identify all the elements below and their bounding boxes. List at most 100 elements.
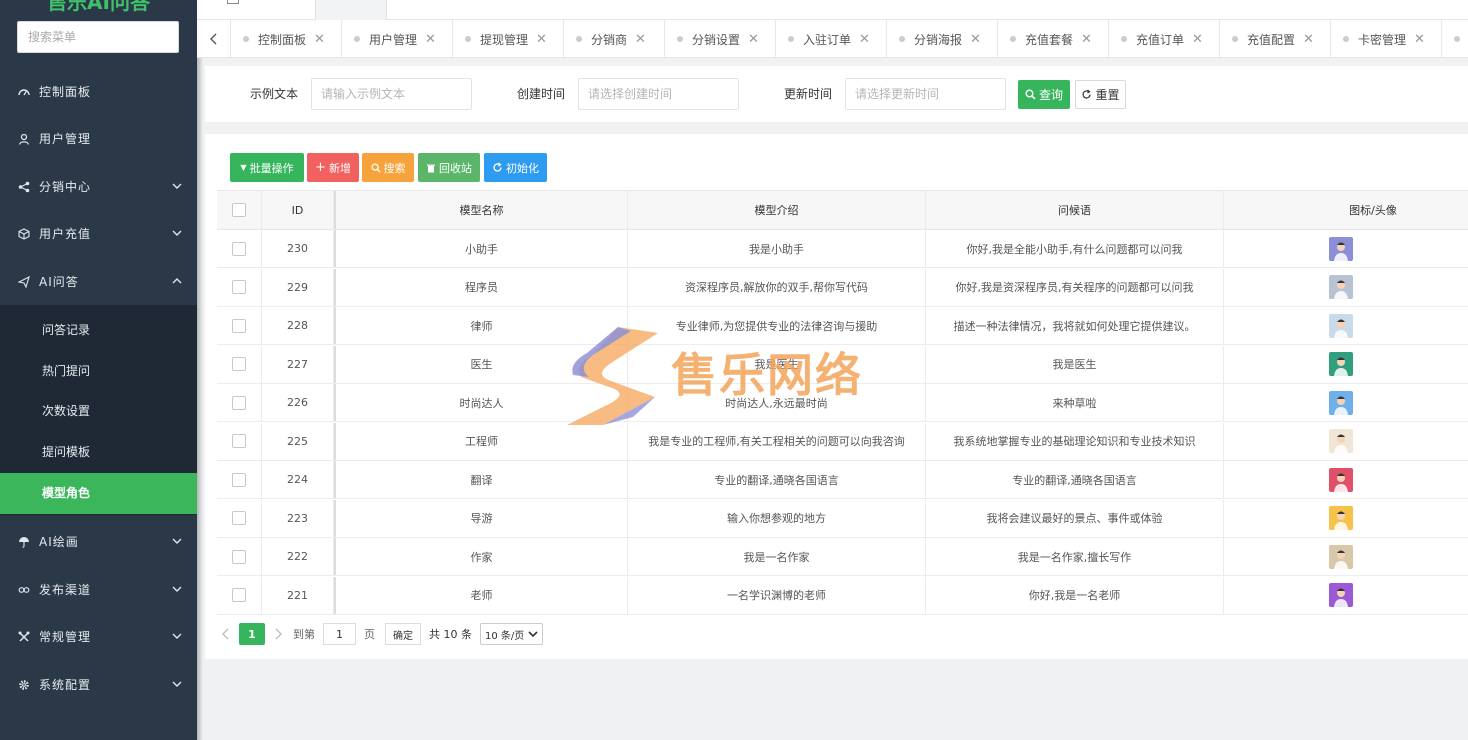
- tab-item[interactable]: 分销商 ✕: [564, 20, 665, 57]
- tab-scroll-left-button[interactable]: [197, 20, 231, 57]
- table-row[interactable]: 225 工程师 我是专业的工程师,有关工程相关的问题可以向我咨询 我系统地掌握专业的基…: [217, 422, 1468, 461]
- header-avatar[interactable]: 图标/头像: [1224, 191, 1468, 229]
- sidebar-sub-qa-records[interactable]: 问答记录: [0, 310, 197, 351]
- table-row[interactable]: 230 小助手 我是小助手 你好,我是全能小助手,有什么问题都可以问我: [217, 230, 1468, 268]
- tab-item[interactable]: 控制面板 ✕: [231, 20, 342, 57]
- row-checkbox[interactable]: [232, 434, 246, 448]
- avatar[interactable]: [1329, 275, 1353, 299]
- cell-id: 224: [262, 461, 334, 498]
- tab-item[interactable]: 分销设置 ✕: [665, 20, 776, 57]
- sidebar-item-general[interactable]: 常规管理: [0, 613, 197, 660]
- avatar[interactable]: [1329, 236, 1353, 261]
- avatar[interactable]: [1329, 429, 1353, 453]
- row-checkbox[interactable]: [232, 472, 246, 487]
- select-all-checkbox[interactable]: [232, 203, 246, 217]
- sidebar-item-channels[interactable]: 发布渠道: [0, 566, 197, 613]
- tab-close-icon[interactable]: ✕: [536, 32, 547, 47]
- table-row[interactable]: 222 作家 我是一名作家 我是一名作家,擅长写作: [217, 538, 1468, 576]
- avatar[interactable]: [1329, 583, 1353, 607]
- tab-item[interactable]: 入驻订单 ✕: [776, 20, 887, 57]
- tab-item[interactable]: 提现管理 ✕: [453, 20, 564, 57]
- tab-close-icon[interactable]: ✕: [635, 32, 646, 47]
- row-checkbox[interactable]: [232, 280, 246, 294]
- header-toggle-icon[interactable]: [227, 0, 239, 4]
- table-row[interactable]: 229 程序员 资深程序员,解放你的双手,帮你写代码 你好,我是资深程序员,有关程序的…: [217, 268, 1468, 307]
- sidebar-item-users[interactable]: 用户管理: [0, 115, 197, 162]
- add-button[interactable]: + 新增: [307, 153, 359, 182]
- tab-item[interactable]: 会员: [1442, 20, 1468, 57]
- tab-close-icon[interactable]: ✕: [748, 32, 759, 47]
- sidebar-item-distribution[interactable]: 分销中心: [0, 163, 197, 210]
- avatar[interactable]: [1329, 544, 1353, 569]
- tab-close-icon[interactable]: ✕: [1081, 32, 1092, 47]
- sidebar-item-system-config[interactable]: 系统配置: [0, 661, 197, 708]
- tab-close-icon[interactable]: ✕: [314, 32, 325, 47]
- tab-close-icon[interactable]: ✕: [1303, 32, 1314, 47]
- page-size-select[interactable]: 10 条/页: [480, 623, 544, 645]
- created-time-input[interactable]: 请选择创建时间: [578, 78, 739, 110]
- recycle-bin-button[interactable]: 回收站: [418, 153, 480, 182]
- avatar[interactable]: [1329, 352, 1353, 376]
- table-row[interactable]: 227 医生 我是医生 我是医生: [217, 345, 1468, 384]
- query-button[interactable]: 查询: [1018, 80, 1070, 109]
- tab-close-icon[interactable]: ✕: [425, 32, 436, 47]
- initialize-button[interactable]: 初始化: [484, 153, 547, 182]
- tab-item[interactable]: 充值套餐 ✕: [998, 20, 1109, 57]
- table-row[interactable]: 221 老师 一名学识渊博的老师 你好,我是一名老师: [217, 576, 1468, 615]
- page-number-current[interactable]: 1: [239, 623, 265, 645]
- sidebar-item-ai-qa[interactable]: AI问答: [0, 258, 197, 305]
- tab-close-icon[interactable]: ✕: [1414, 32, 1425, 47]
- table-row[interactable]: 228 律师 专业律师,为您提供专业的法律咨询与援助 描述一种法律情况，我将就如何处理…: [217, 307, 1468, 345]
- trash-icon: [427, 164, 435, 172]
- umbrella-icon: [17, 535, 31, 549]
- header-greeting[interactable]: 问候语: [926, 191, 1224, 229]
- row-checkbox[interactable]: [232, 511, 246, 525]
- avatar[interactable]: [1329, 506, 1353, 530]
- table-row[interactable]: 226 时尚达人 时尚达人,永远最时尚 来种草啦: [217, 384, 1468, 422]
- goto-page-input[interactable]: 1: [323, 623, 356, 645]
- sidebar-sub-question-templates[interactable]: 提问模板: [0, 432, 197, 473]
- next-page-icon[interactable]: [273, 628, 283, 640]
- chevron-down-icon: [528, 631, 538, 638]
- chevron-up-icon: [172, 278, 182, 284]
- example-text-input[interactable]: 请输入示例文本: [311, 78, 472, 110]
- header-active-tab[interactable]: [315, 0, 387, 20]
- avatar[interactable]: [1329, 390, 1353, 415]
- row-checkbox[interactable]: [232, 357, 246, 371]
- prev-page-icon[interactable]: [221, 628, 231, 640]
- row-checkbox[interactable]: [232, 549, 246, 564]
- goto-confirm-button[interactable]: 确定: [385, 623, 421, 645]
- sidebar-item-recharge[interactable]: 用户充值: [0, 210, 197, 257]
- batch-operation-button[interactable]: ▼ 批量操作: [230, 153, 304, 182]
- menu-search-input[interactable]: 搜索菜单: [17, 21, 179, 53]
- reset-button[interactable]: 重置: [1075, 80, 1126, 109]
- header-model-name[interactable]: 模型名称: [334, 191, 628, 229]
- sidebar-sub-model-roles[interactable]: 模型角色: [0, 473, 197, 514]
- header-id[interactable]: ID: [262, 191, 334, 229]
- person-avatar-icon: [1334, 242, 1348, 261]
- sidebar-item-dashboard[interactable]: 控制面板: [0, 68, 197, 115]
- updated-time-input[interactable]: 请选择更新时间: [845, 78, 1006, 110]
- row-checkbox[interactable]: [232, 588, 246, 602]
- sidebar-sub-count-settings[interactable]: 次数设置: [0, 391, 197, 432]
- sidebar-item-ai-drawing[interactable]: AI绘画: [0, 518, 197, 565]
- tab-item[interactable]: 用户管理 ✕: [342, 20, 453, 57]
- tab-item[interactable]: 充值配置 ✕: [1220, 20, 1331, 57]
- header-model-intro[interactable]: 模型介绍: [628, 191, 926, 229]
- avatar[interactable]: [1329, 313, 1353, 338]
- table-row[interactable]: 224 翻译 专业的翻译,通晓各国语言 专业的翻译,通晓各国语言: [217, 461, 1468, 499]
- search-button[interactable]: 搜索: [362, 153, 414, 182]
- cell-intro: 专业律师,为您提供专业的法律咨询与援助: [628, 307, 926, 344]
- tab-item[interactable]: 分销海报 ✕: [887, 20, 998, 57]
- table-row[interactable]: 223 导游 输入你想参观的地方 我将会建议最好的景点、事件或体验: [217, 499, 1468, 538]
- tab-close-icon[interactable]: ✕: [1192, 32, 1203, 47]
- row-checkbox[interactable]: [232, 241, 246, 256]
- tab-close-icon[interactable]: ✕: [859, 32, 870, 47]
- tab-close-icon[interactable]: ✕: [970, 32, 981, 47]
- row-checkbox[interactable]: [232, 395, 246, 410]
- sidebar-sub-hot-questions[interactable]: 热门提问: [0, 351, 197, 392]
- tab-item[interactable]: 充值订单 ✕: [1109, 20, 1220, 57]
- avatar[interactable]: [1329, 467, 1353, 492]
- tab-item[interactable]: 卡密管理 ✕: [1331, 20, 1442, 57]
- row-checkbox[interactable]: [232, 318, 246, 333]
